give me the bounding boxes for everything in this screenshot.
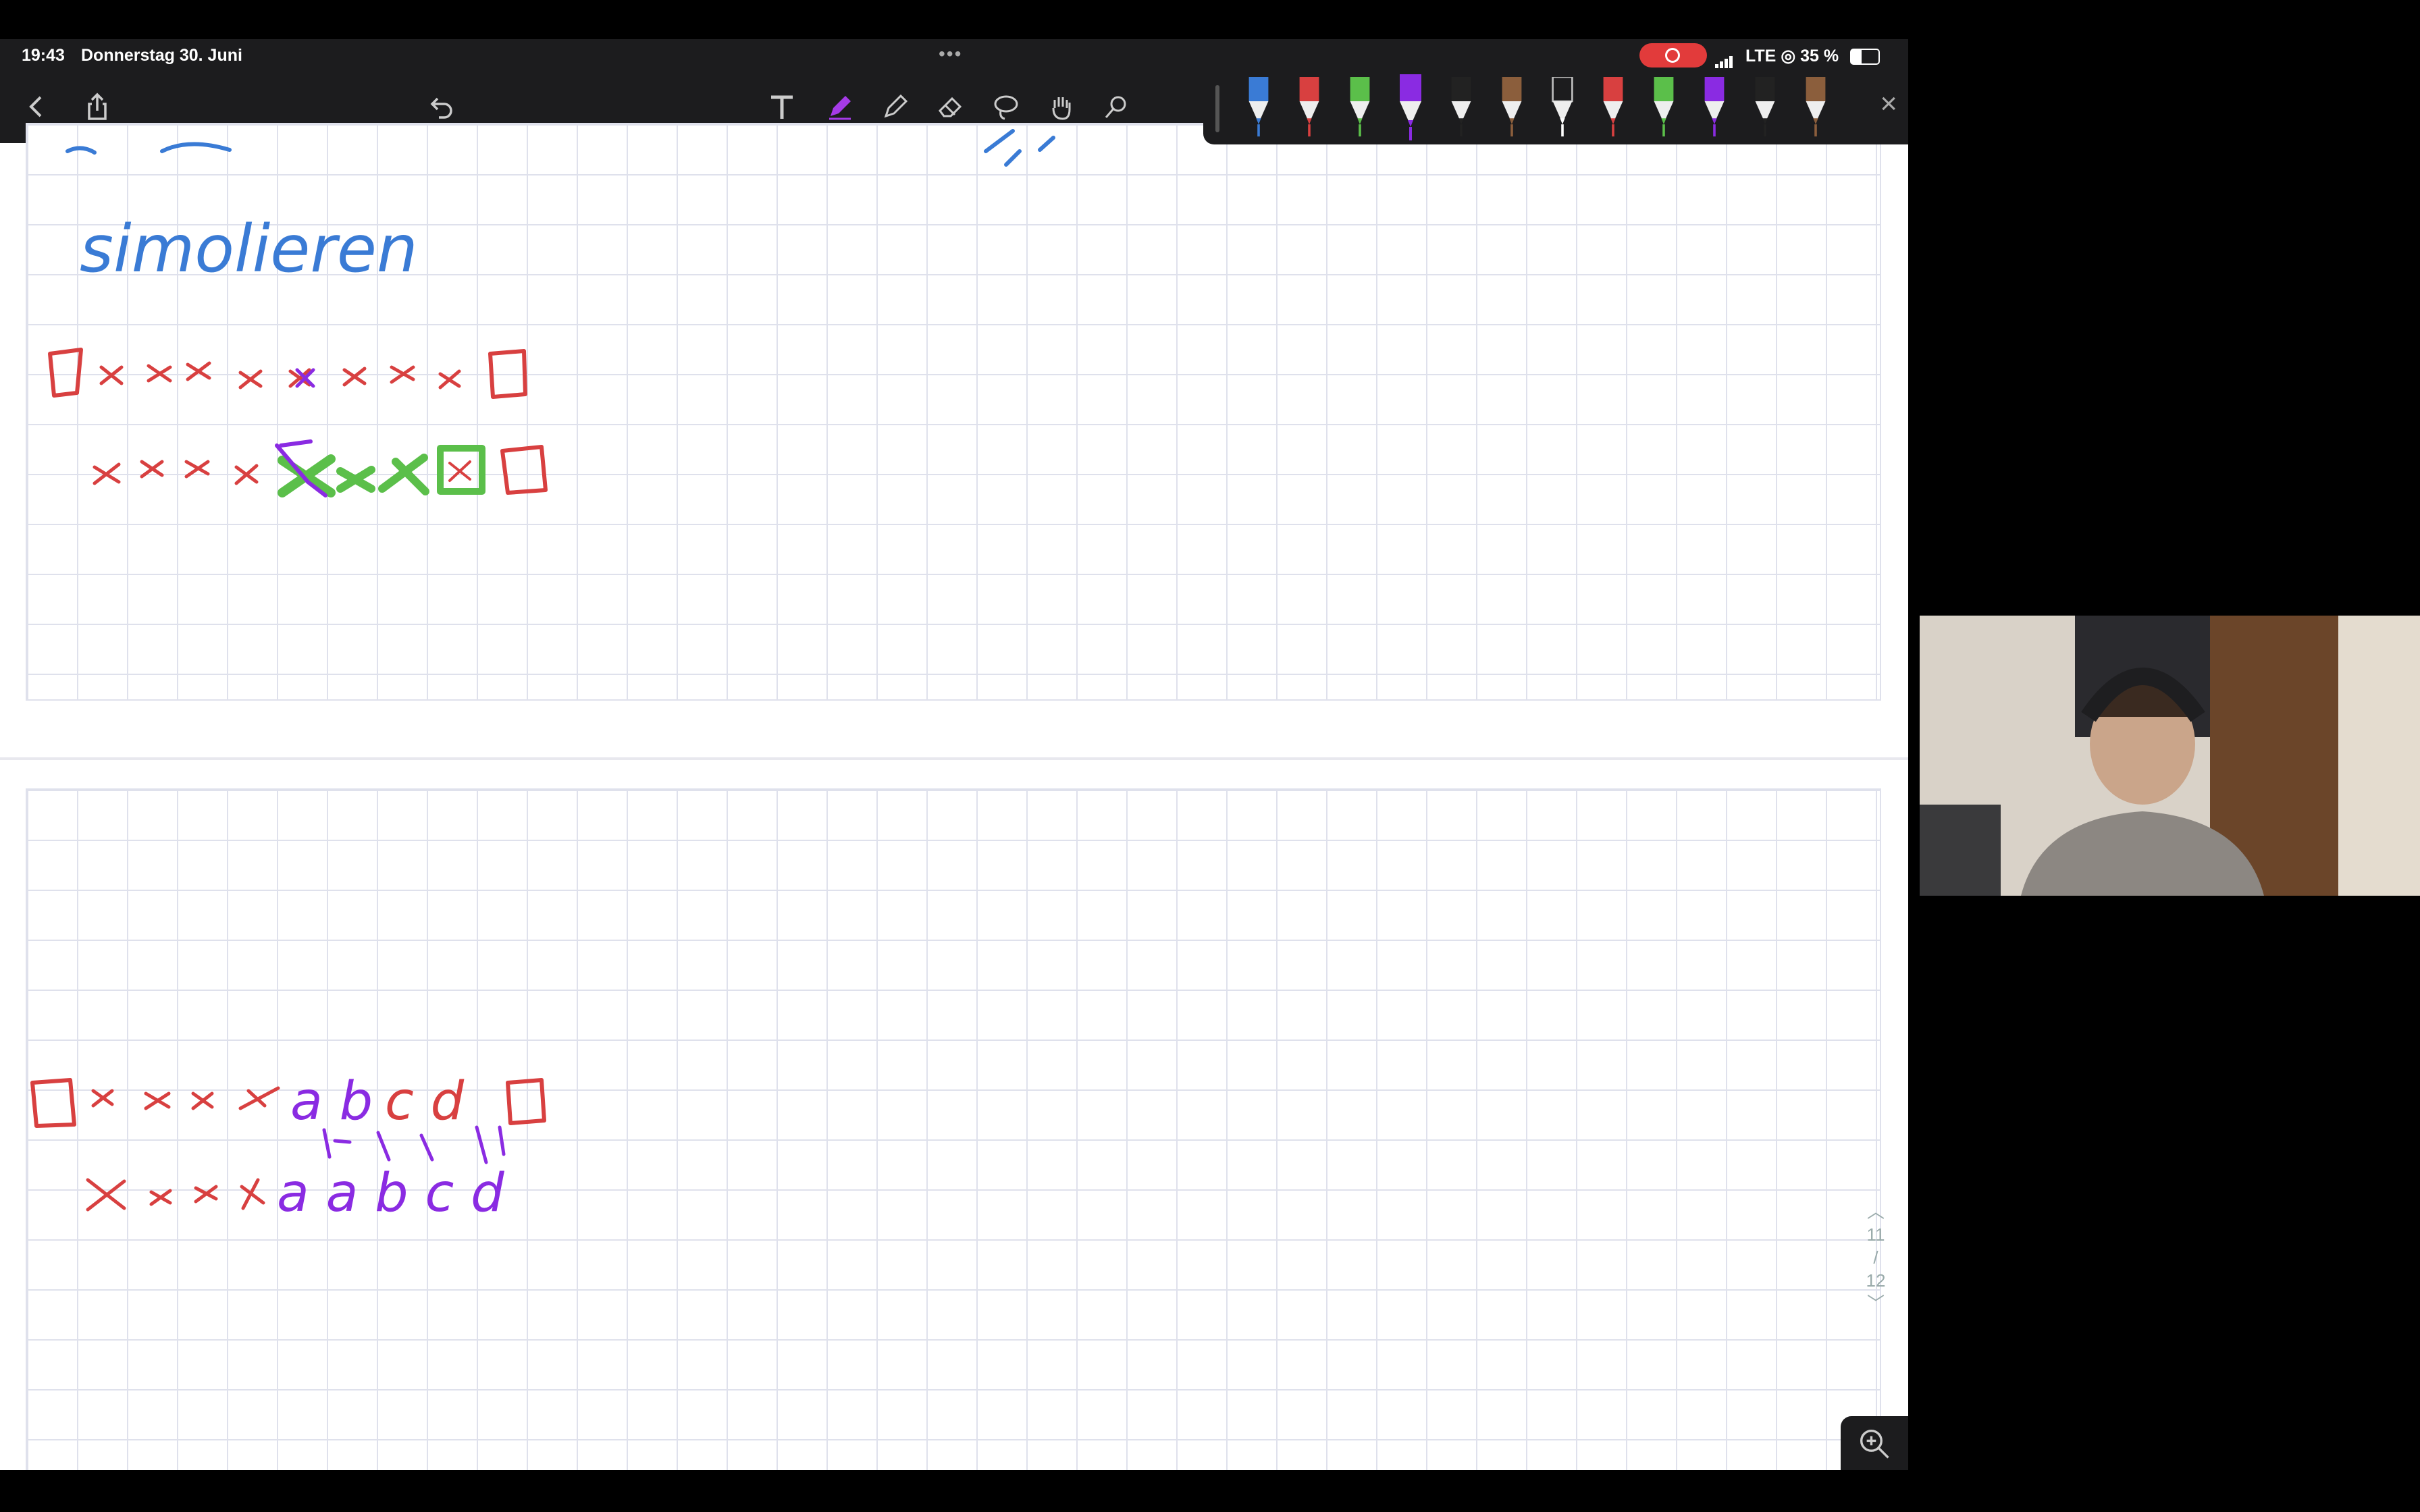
multitasking-dots[interactable]: •••	[939, 43, 962, 65]
lasso-tool-icon[interactable]	[986, 86, 1026, 127]
chevron-down-icon[interactable]: ﹀	[1856, 1292, 1896, 1315]
pen-color-11[interactable]	[1750, 77, 1780, 138]
pen-color-10[interactable]	[1700, 77, 1729, 138]
pen-color-5[interactable]	[1446, 77, 1476, 138]
text-tool-icon[interactable]	[762, 86, 802, 127]
webcam-video	[1920, 616, 2420, 896]
webcam-person-image	[1920, 616, 2420, 896]
handwritten-word: simolieren	[80, 211, 418, 287]
ipad-screen: 19:43 Donnerstag 30. Juni ••• LTE ◎ 35 %…	[0, 39, 1908, 1470]
pen-color-1[interactable]	[1244, 77, 1273, 138]
page-counter[interactable]: ︿ 11 / 12 ﹀	[1856, 1200, 1896, 1315]
handwritten-letters-row1-cd: c d	[385, 1071, 465, 1132]
close-icon[interactable]: ×	[1880, 89, 1897, 119]
status-time: 19:43	[22, 46, 65, 65]
share-icon[interactable]	[77, 86, 117, 127]
pen-tool-icon[interactable]	[820, 86, 860, 127]
back-icon[interactable]	[16, 86, 57, 127]
battery-icon	[1850, 49, 1880, 65]
chevron-up-icon[interactable]: ︿	[1856, 1200, 1896, 1223]
hand-tool-icon[interactable]	[1041, 86, 1082, 127]
pen-color-12[interactable]	[1801, 77, 1831, 138]
status-date: Donnerstag 30. Juni	[81, 46, 242, 65]
pen-color-3[interactable]	[1345, 77, 1375, 138]
palette-handle[interactable]	[1215, 85, 1219, 132]
handwriting-page-11: simolieren	[48, 129, 1055, 497]
pencil-tool-icon[interactable]	[875, 86, 916, 127]
pen-color-6[interactable]	[1497, 77, 1527, 138]
handwriting-page-12: a b c d a a b c d	[30, 1071, 546, 1224]
status-bar: 19:43 Donnerstag 30. Juni ••• LTE ◎ 35 %	[0, 39, 1908, 73]
note-page-12[interactable]: a b c d a a b c d	[26, 788, 1881, 1470]
zoom-icon	[1860, 1429, 1889, 1459]
zoom-button[interactable]	[1841, 1416, 1908, 1470]
screen-recording-indicator[interactable]	[1639, 43, 1707, 68]
pen-color-8[interactable]	[1598, 77, 1628, 138]
pen-color-7[interactable]	[1548, 76, 1577, 138]
eraser-tool-icon[interactable]	[930, 86, 971, 127]
pen-palette: ×	[1203, 74, 1908, 144]
shapes-tool-icon[interactable]	[1095, 86, 1136, 127]
pen-color-9[interactable]	[1649, 77, 1679, 138]
handwritten-letters-row1: a b	[290, 1071, 373, 1132]
pen-color-2[interactable]	[1294, 77, 1324, 138]
network-label: LTE ◎ 35 %	[1745, 47, 1839, 65]
page-separator	[0, 757, 1908, 760]
pen-color-4[interactable]	[1396, 74, 1425, 140]
undo-icon[interactable]	[421, 86, 462, 127]
note-page-11[interactable]: simolieren	[26, 123, 1881, 701]
handwritten-letters-row2: a a b c d	[277, 1163, 504, 1224]
signal-icon	[1715, 49, 1734, 68]
note-canvas[interactable]: simolieren a b c d a a b c d	[0, 123, 1908, 1470]
